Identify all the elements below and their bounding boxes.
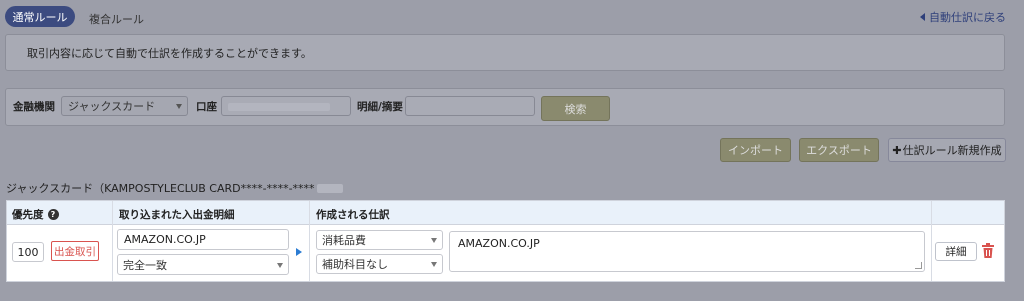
priority-header: 優先度 ? <box>12 207 59 222</box>
created-header: 作成される仕訳 <box>316 209 390 221</box>
description-input[interactable]: AMAZON.CO.JP <box>117 229 289 250</box>
info-message: 取引内容に応じて自動で仕訳を作成することができます。 <box>27 46 312 60</box>
resize-handle-icon[interactable] <box>915 262 922 269</box>
chevron-down-icon <box>431 262 437 267</box>
institution-select-value: ジャックスカード <box>68 100 156 113</box>
tab-normal-rules[interactable]: 通常ルール <box>5 6 75 27</box>
rules-table: 優先度 ? 取り込まれた入出金明細 作成される仕訳 100 出金取引 AMAZO… <box>6 200 1005 282</box>
account-field[interactable] <box>221 96 351 116</box>
chevron-down-icon <box>431 238 437 243</box>
memo-text: AMAZON.CO.JP <box>458 237 540 250</box>
institution-label: 金融機関 <box>13 101 55 113</box>
memo-input[interactable] <box>405 96 535 116</box>
priority-input[interactable]: 100 <box>12 242 44 262</box>
detail-button[interactable]: 詳細 <box>935 242 977 261</box>
imported-header: 取り込まれた入出金明細 <box>119 209 235 221</box>
info-box: 取引内容に応じて自動で仕訳を作成することができます。 <box>5 34 1005 71</box>
trash-icon[interactable] <box>981 243 995 259</box>
search-button[interactable]: 検索 <box>541 96 610 121</box>
export-button[interactable]: エクスポート <box>799 138 879 162</box>
back-to-auto-journal-link[interactable]: 自動仕訳に戻る <box>920 9 1006 25</box>
column-divider <box>931 201 932 281</box>
arrow-right-icon <box>296 248 302 256</box>
chevron-down-icon <box>176 104 182 109</box>
new-rule-label: 仕訳ルール新規作成 <box>902 144 1002 157</box>
priority-header-label: 優先度 <box>12 209 44 221</box>
match-type-value: 完全一致 <box>123 258 167 272</box>
account-label: 口座 <box>196 101 217 113</box>
column-divider <box>309 201 310 281</box>
chevron-left-icon <box>920 13 925 21</box>
account-item-value: 消耗品費 <box>322 234 366 247</box>
chevron-down-icon <box>277 262 283 268</box>
column-divider <box>112 201 113 281</box>
import-button[interactable]: インポート <box>720 138 791 162</box>
back-link-label: 自動仕訳に戻る <box>929 11 1006 24</box>
sub-account-value: 補助科目なし <box>322 258 388 271</box>
account-item-select[interactable]: 消耗品費 <box>316 230 443 250</box>
sub-account-select[interactable]: 補助科目なし <box>316 254 443 274</box>
card-redacted <box>316 183 343 193</box>
memo-label: 明細/摘要 <box>357 101 403 113</box>
help-icon[interactable]: ? <box>47 209 59 220</box>
institution-select[interactable]: ジャックスカード <box>61 96 188 116</box>
account-redacted <box>228 103 330 111</box>
tab-compound-rules[interactable]: 複合ルール <box>89 11 144 27</box>
match-type-select[interactable]: 完全一致 <box>117 254 289 275</box>
transaction-type-badge[interactable]: 出金取引 <box>51 241 99 261</box>
card-account-label: ジャックスカード（KAMPOSTYLECLUB CARD****-****-**… <box>6 180 343 196</box>
card-label-text: ジャックスカード（KAMPOSTYLECLUB CARD****-****-**… <box>6 182 315 195</box>
memo-textarea[interactable]: AMAZON.CO.JP <box>449 231 925 272</box>
plus-icon: ✚ <box>892 143 902 157</box>
new-rule-button[interactable]: ✚ 仕訳ルール新規作成 <box>888 138 1006 162</box>
